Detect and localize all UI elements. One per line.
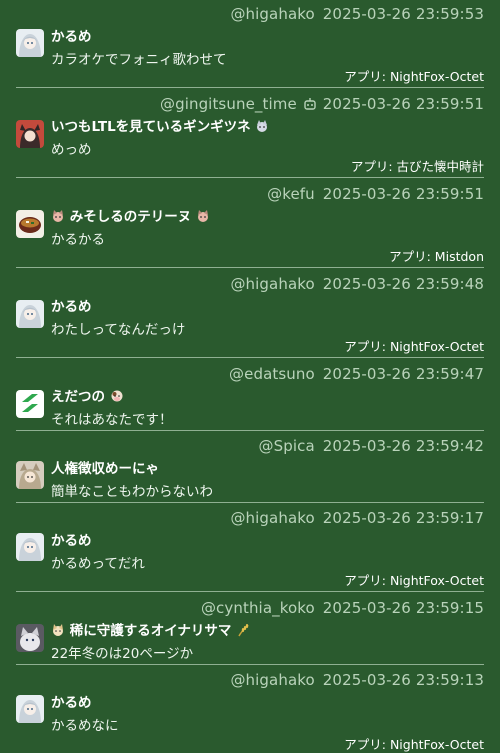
post-divider: [16, 502, 484, 503]
post-body: かるめなに: [51, 718, 119, 734]
post-timestamp[interactable]: 2025-03-26 23:59:51: [323, 185, 484, 203]
timeline-post[interactable]: @higahako 2025-03-26 23:59:53 かるめ カラオケでフォ…: [0, 0, 500, 88]
timeline-post[interactable]: @cynthia_koko 2025-03-26 23:59:15 稀に守護するオ…: [0, 594, 500, 665]
post-handle[interactable]: @higahako: [230, 509, 314, 527]
anime-girl-avatar[interactable]: [16, 695, 44, 723]
post-timestamp[interactable]: 2025-03-26 23:59:17: [323, 509, 484, 527]
post-handle[interactable]: @kefu: [267, 185, 315, 203]
post-meta: @higahako 2025-03-26 23:59:48: [230, 275, 484, 293]
timeline: @higahako 2025-03-26 23:59:53 かるめ カラオケでフォ…: [0, 0, 500, 753]
green-logo-avatar[interactable]: [16, 390, 44, 418]
post-divider: [16, 591, 484, 592]
miso-soup-avatar[interactable]: [16, 210, 44, 238]
post-divider: [16, 177, 484, 178]
post-divider: [16, 267, 484, 268]
post-body: かるかる: [51, 232, 105, 248]
post-handle[interactable]: @higahako: [230, 275, 314, 293]
post-meta: @edatsuno 2025-03-26 23:59:47: [229, 365, 484, 383]
post-timestamp[interactable]: 2025-03-26 23:59:15: [323, 599, 484, 617]
post-handle[interactable]: @higahako: [230, 5, 314, 23]
post-app-label: アプリ: 古びた懐中時計: [350, 159, 484, 174]
post-timestamp[interactable]: 2025-03-26 23:59:47: [323, 365, 484, 383]
cat-emoji-icon: [196, 209, 210, 223]
display-name[interactable]: 人権徴収めーにゃ: [51, 457, 159, 477]
rice-plant-icon: [236, 623, 250, 637]
display-name[interactable]: 稀に守護するオイナリサマ: [51, 619, 250, 639]
post-app-label: アプリ: NightFox-Octet: [344, 573, 484, 588]
cow-emoji-icon: [110, 389, 124, 403]
post-timestamp[interactable]: 2025-03-26 23:59:51: [323, 95, 484, 113]
display-name[interactable]: かるめ: [51, 25, 92, 45]
post-timestamp[interactable]: 2025-03-26 23:59:13: [323, 671, 484, 689]
post-body: それはあなたです！: [51, 412, 173, 428]
post-meta: @cynthia_koko 2025-03-26 23:59:15: [201, 599, 484, 617]
inari-emoji-icon: [51, 623, 65, 637]
timeline-post[interactable]: @higahako 2025-03-26 23:59:48 かるめ わたしってなん…: [0, 270, 500, 358]
post-app-label: アプリ: Mistdon: [389, 249, 484, 264]
post-app-label: アプリ: NightFox-Octet: [344, 69, 484, 84]
display-name[interactable]: みそしるのテリーヌ: [51, 205, 210, 225]
cat-girl-avatar[interactable]: [16, 461, 44, 489]
display-name[interactable]: えだつの: [51, 385, 124, 405]
timeline-post[interactable]: @higahako 2025-03-26 23:59:13 かるめ かるめなに ア…: [0, 666, 500, 753]
anime-girl-avatar[interactable]: [16, 533, 44, 561]
fox-emoji-icon: [255, 119, 269, 133]
post-meta: @higahako 2025-03-26 23:59:13: [230, 671, 484, 689]
post-handle[interactable]: @higahako: [230, 671, 314, 689]
post-timestamp[interactable]: 2025-03-26 23:59:42: [323, 437, 484, 455]
anime-girl-avatar[interactable]: [16, 300, 44, 328]
timeline-post[interactable]: @Spica 2025-03-26 23:59:42 人権徴収めーにゃ 簡単なこと…: [0, 432, 500, 503]
post-meta: @kefu 2025-03-26 23:59:51: [267, 185, 484, 203]
post-body: 簡単なこともわからないわ: [51, 484, 213, 500]
post-timestamp[interactable]: 2025-03-26 23:59:53: [323, 5, 484, 23]
robot-icon: [303, 97, 317, 111]
timeline-post[interactable]: @higahako 2025-03-26 23:59:17 かるめ かるめってだれ…: [0, 504, 500, 592]
post-handle[interactable]: @gingitsune_time: [160, 95, 297, 113]
post-meta: @gingitsune_time 2025-03-26 23:59:51: [160, 95, 484, 113]
post-divider: [16, 87, 484, 88]
timeline-post[interactable]: @edatsuno 2025-03-26 23:59:47 えだつの それはあなた…: [0, 360, 500, 431]
display-name[interactable]: かるめ: [51, 529, 92, 549]
post-handle[interactable]: @Spica: [259, 437, 315, 455]
display-name[interactable]: いつもLTLを見ているギンギツネ: [51, 115, 269, 135]
post-body: カラオケでフォニィ歌わせて: [51, 52, 227, 68]
anime-girl-avatar[interactable]: [16, 29, 44, 57]
post-meta: @higahako 2025-03-26 23:59:17: [230, 509, 484, 527]
post-divider: [16, 430, 484, 431]
post-app-label: アプリ: NightFox-Octet: [344, 339, 484, 354]
post-divider: [16, 357, 484, 358]
post-divider: [16, 664, 484, 665]
fox-girl-avatar[interactable]: [16, 120, 44, 148]
post-body: めっめ: [51, 142, 92, 158]
post-meta: @higahako 2025-03-26 23:59:53: [230, 5, 484, 23]
post-body: わたしってなんだっけ: [51, 322, 186, 338]
cat-emoji-icon: [51, 209, 65, 223]
post-timestamp[interactable]: 2025-03-26 23:59:48: [323, 275, 484, 293]
display-name[interactable]: かるめ: [51, 295, 92, 315]
post-body: 22年冬のは20ページか: [51, 646, 194, 662]
post-handle[interactable]: @edatsuno: [229, 365, 315, 383]
post-body: かるめってだれ: [51, 556, 145, 572]
timeline-post[interactable]: @gingitsune_time 2025-03-26 23:59:51 いつもL…: [0, 90, 500, 178]
post-app-label: アプリ: NightFox-Octet: [344, 737, 484, 752]
post-handle[interactable]: @cynthia_koko: [201, 599, 315, 617]
cat-photo-avatar[interactable]: [16, 624, 44, 652]
display-name[interactable]: かるめ: [51, 691, 92, 711]
post-meta: @Spica 2025-03-26 23:59:42: [259, 437, 484, 455]
timeline-post[interactable]: @kefu 2025-03-26 23:59:51 みそしるのテリーヌ かるかる …: [0, 180, 500, 268]
